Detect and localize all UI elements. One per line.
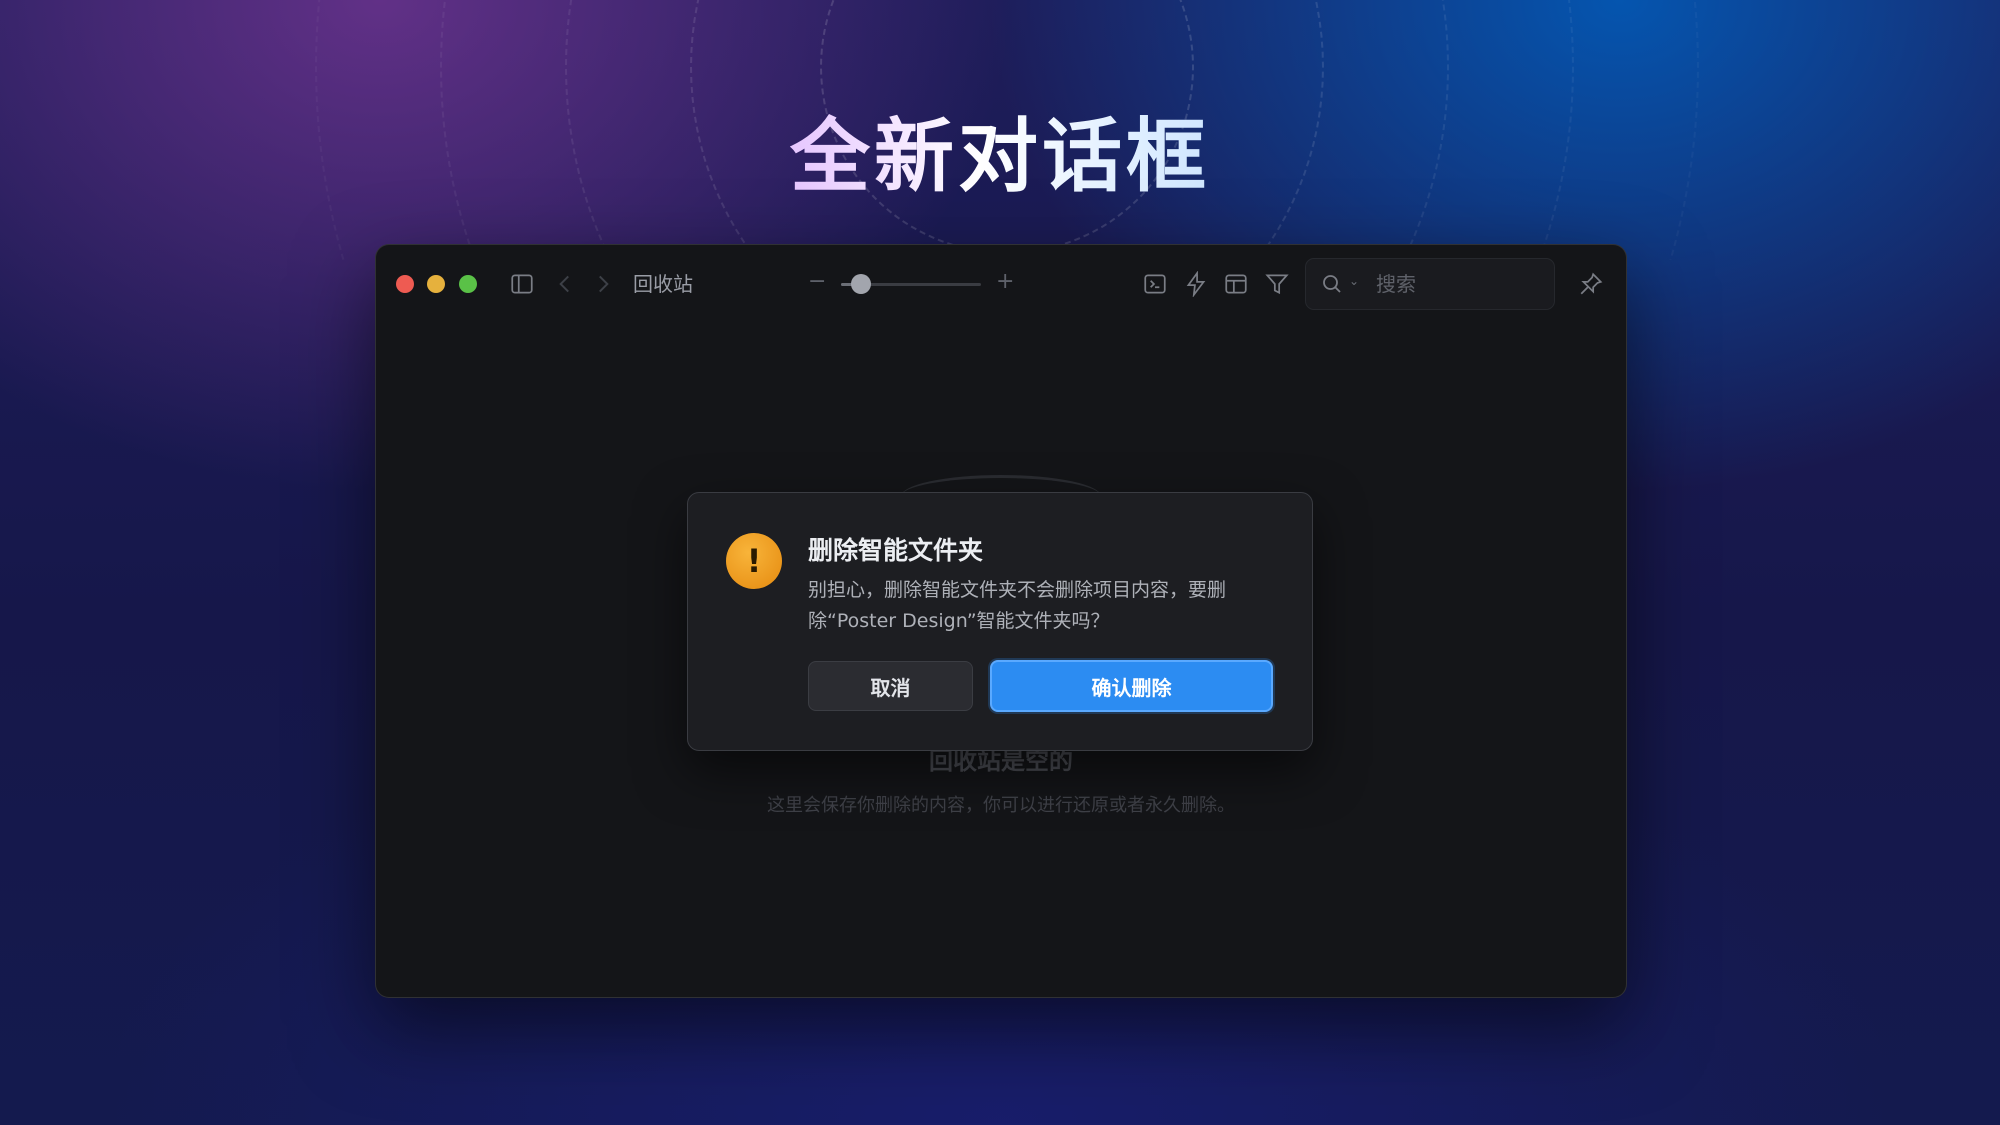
terminal-icon[interactable] [1142,271,1168,297]
confirm-delete-button[interactable]: 确认删除 [990,660,1273,712]
chevron-right-icon[interactable] [590,271,616,297]
dialog-message: 别担心，删除智能文件夹不会删除项目内容，要删除“Poster Design”智能… [808,579,1227,632]
headline-text: 全新对话框 [790,110,1210,203]
search-icon[interactable] [1320,272,1344,296]
sidebar-toggle-icon[interactable] [509,271,535,297]
filter-icon[interactable] [1264,271,1290,297]
pin-icon[interactable] [1578,271,1604,297]
titlebar: 回收站 − + ⌄ [376,245,1626,321]
close-window-button[interactable] [396,275,414,293]
search-box[interactable]: ⌄ [1305,258,1555,310]
zoom-in-button[interactable]: + [996,269,1014,295]
bolt-icon[interactable] [1183,271,1209,297]
minimize-window-button[interactable] [427,275,445,293]
empty-state-description: 这里会保存你删除的内容，你可以进行还原或者永久删除。 [767,795,1235,816]
zoom-slider-knob[interactable] [850,274,871,294]
warning-icon: ! [726,533,782,589]
page-headline: 全新对话框 [0,92,2000,208]
dialog-title: 删除智能文件夹 [808,536,984,565]
chevron-left-icon[interactable] [552,271,578,297]
search-input[interactable] [1374,269,1548,299]
breadcrumb: 回收站 [633,272,693,296]
chevron-down-icon[interactable]: ⌄ [1349,274,1359,288]
layout-icon[interactable] [1223,271,1249,297]
zoom-out-button[interactable]: − [808,269,826,295]
cancel-button[interactable]: 取消 [808,661,973,711]
delete-confirmation-dialog: ! 删除智能文件夹 别担心，删除智能文件夹不会删除项目内容，要删除“Poster… [687,492,1313,751]
maximize-window-button[interactable] [459,275,477,293]
